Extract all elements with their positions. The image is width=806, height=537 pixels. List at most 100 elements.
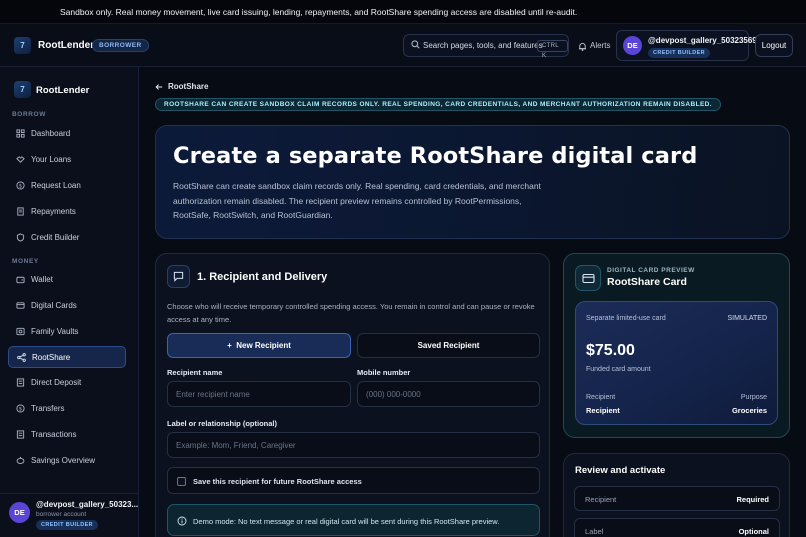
saved-recipient-button[interactable]: Saved Recipient: [357, 333, 540, 358]
avatar: DE: [623, 36, 642, 55]
search-placeholder: Search pages, tools, and features: [423, 41, 543, 50]
review-title: Review and activate: [575, 465, 666, 476]
main-content: RootShare ROOTSHARE CAN CREATE SANDBOX C…: [139, 67, 806, 537]
sidebar-item-direct-deposit[interactable]: Direct Deposit: [8, 372, 126, 394]
section-borrow: BORROW: [12, 111, 46, 118]
review-value: Optional: [738, 527, 769, 536]
message-icon: [167, 265, 190, 288]
bell-icon: [578, 42, 587, 51]
sidebar-brand[interactable]: RootLender: [36, 85, 89, 96]
virtual-card: Separate limited-use card SIMULATED $75.…: [575, 301, 778, 425]
preview-kicker: DIGITAL CARD PREVIEW: [607, 267, 695, 274]
review-activate-panel: Review and activate Recipient Required L…: [563, 453, 790, 537]
list-icon: [16, 430, 25, 439]
simulated-badge: SIMULATED: [727, 315, 767, 322]
amount-caption: Funded card amount: [586, 366, 651, 373]
review-key: Recipient: [585, 495, 617, 504]
sandbox-notice-badge: ROOTSHARE CAN CREATE SANDBOX CLAIM RECOR…: [155, 98, 721, 111]
new-recipient-button[interactable]: + New Recipient: [167, 333, 351, 358]
username: @devpost_gallery_50323569: [648, 36, 757, 45]
sidebar-logo-icon[interactable]: 7: [14, 81, 31, 98]
demo-mode-note: Demo mode: No text message or real digit…: [167, 504, 540, 536]
logout-button[interactable]: Logout: [755, 34, 793, 57]
vault-icon: [16, 327, 25, 336]
mobile-number-input[interactable]: [357, 381, 540, 407]
deposit-icon: [16, 378, 25, 387]
sidebar-item-label: Repayments: [31, 207, 76, 216]
wallet-icon: [16, 276, 25, 284]
mobile-number-label: Mobile number: [357, 368, 411, 377]
section-money: MONEY: [12, 258, 39, 265]
review-row-recipient: Recipient Required: [574, 486, 780, 511]
sidebar-item-digital-cards[interactable]: Digital Cards: [8, 295, 126, 317]
hero-panel: Create a separate RootShare digital card…: [155, 125, 790, 239]
sidebar-item-label: Transfers: [31, 404, 65, 413]
recipient-name-label: Recipient name: [167, 368, 223, 377]
sidebar-item-family-vaults[interactable]: Family Vaults: [8, 321, 126, 343]
sidebar-item-label: Savings Overview: [31, 456, 96, 465]
purpose-caption: Purpose: [740, 394, 767, 401]
sidebar-item-label: Your Loans: [31, 155, 72, 164]
sidebar-item-label: Direct Deposit: [31, 378, 82, 387]
digital-card-preview-panel: DIGITAL CARD PREVIEW RootShare Card Sepa…: [563, 253, 790, 438]
save-recipient-label: Save this recipient for future RootShare…: [193, 477, 362, 486]
sidebar-item-your-loans[interactable]: Your Loans: [8, 149, 126, 171]
save-recipient-option[interactable]: Save this recipient for future RootShare…: [167, 467, 540, 494]
grid-icon: [16, 129, 25, 138]
sidebar-item-label: Request Loan: [31, 181, 81, 190]
piggy-icon: [16, 456, 25, 464]
sidebar-item-label: Credit Builder: [31, 233, 80, 242]
info-icon: [177, 516, 187, 526]
svg-text:$: $: [19, 183, 22, 189]
purpose-value: Groceries: [731, 406, 767, 415]
brand-name[interactable]: RootLender: [38, 40, 94, 51]
sidebar-item-rootshare[interactable]: RootShare: [8, 346, 126, 368]
sidebar-credit-builder-badge: CREDIT BUILDER: [36, 520, 99, 530]
shield-icon: [16, 233, 25, 242]
sidebar-item-transactions[interactable]: Transactions: [8, 424, 126, 446]
role-badge: BORROWER: [92, 39, 149, 52]
sidebar-avatar: DE: [9, 502, 30, 523]
sidebar-item-repayments[interactable]: Repayments: [8, 201, 126, 223]
recipient-description: Choose who will receive temporary contro…: [167, 302, 535, 324]
alerts-label: Alerts: [590, 41, 611, 50]
sidebar-item-savings-overview[interactable]: Savings Overview: [8, 450, 126, 472]
search-bar[interactable]: Search pages, tools, and features CTRL K: [403, 34, 569, 59]
logo-icon[interactable]: 7: [14, 37, 31, 54]
breadcrumb-label: RootShare: [168, 82, 209, 91]
sidebar-item-request-loan[interactable]: $ Request Loan: [8, 175, 126, 197]
relationship-input[interactable]: [167, 432, 540, 458]
credit-builder-badge: CREDIT BUILDER: [648, 48, 711, 58]
recipient-name-input[interactable]: [167, 381, 351, 407]
recipient-delivery-card: 1. Recipient and Delivery Choose who wil…: [155, 253, 550, 537]
sidebar-item-credit-builder[interactable]: Credit Builder: [8, 227, 126, 249]
sidebar-item-label: Wallet: [31, 275, 53, 284]
sidebar-item-transfers[interactable]: $ Transfers: [8, 398, 126, 420]
demo-mode-text: Demo mode: No text message or real digit…: [193, 517, 500, 526]
new-recipient-label: New Recipient: [236, 341, 291, 350]
sidebar-item-label: Dashboard: [31, 129, 71, 138]
review-row-label: Label Optional: [574, 518, 780, 537]
save-recipient-checkbox[interactable]: [177, 477, 186, 486]
plus-icon: +: [227, 341, 232, 350]
handshake-icon: [16, 156, 25, 163]
review-value: Required: [736, 495, 769, 504]
sidebar-item-wallet[interactable]: Wallet: [8, 269, 126, 291]
search-shortcut: CTRL K: [537, 40, 568, 59]
sidebar-item-label: RootShare: [32, 353, 71, 362]
card-icon: [575, 265, 601, 291]
recipient-value: Recipient: [586, 406, 620, 415]
receipt-icon: [17, 207, 24, 216]
sidebar-item-dashboard[interactable]: Dashboard: [8, 123, 126, 145]
recipient-caption: Recipient: [586, 394, 616, 401]
transfer-icon: $: [16, 404, 25, 413]
page-title: Create a separate RootShare digital card: [173, 143, 698, 169]
card-icon: [16, 302, 25, 309]
sidebar-item-label: Transactions: [31, 430, 77, 439]
user-menu[interactable]: DE @devpost_gallery_50323569 CREDIT BUIL…: [616, 30, 757, 61]
review-key: Label: [585, 527, 604, 536]
card-type: Separate limited-use card: [586, 315, 666, 322]
sandbox-banner: Sandbox only. Real money movement, live …: [0, 0, 806, 24]
sidebar-user-card[interactable]: DE @devpost_gallery_50323... borrower ac…: [0, 493, 139, 537]
dollar-circle-icon: $: [16, 181, 25, 190]
